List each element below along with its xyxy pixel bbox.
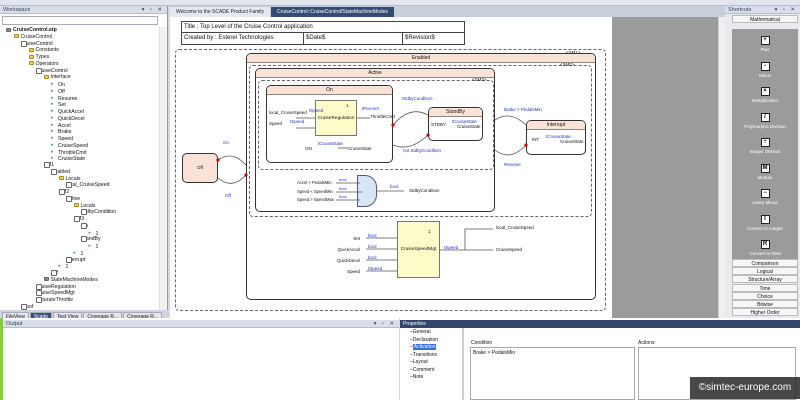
- properties-tree-item[interactable]: –Layout: [410, 359, 438, 367]
- shortcut-label: Multiplication: [751, 98, 778, 103]
- shortcut-group[interactable]: Comparison: [732, 259, 798, 267]
- properties-tree: –General –Declaration –Activation –Transiti…: [410, 329, 438, 382]
- properties-tree-label: Activation: [412, 344, 437, 350]
- shortcuts-panel: Shortcuts ▾ ▫ ✕ Mathematical + Plus - Minus ×…: [725, 6, 800, 318]
- output-title: Output: [6, 321, 23, 327]
- shortcut-plus[interactable]: + Plus: [732, 36, 798, 52]
- shortcut-label: Plus: [760, 47, 770, 52]
- shortcut-convert-to-integer[interactable]: I Convert to Integer: [732, 214, 798, 231]
- shortcut-unary-minus[interactable]: − Unary Minus: [732, 189, 798, 205]
- properties-tree-item[interactable]: –Note: [410, 374, 438, 382]
- shortcut-group[interactable]: Choice: [732, 291, 798, 300]
- shortcut-group[interactable]: Time: [732, 283, 798, 292]
- properties-tree-label: Comment: [412, 366, 435, 373]
- shortcut-convert-to-real[interactable]: R Convert to Real: [732, 240, 798, 256]
- shortcuts-title: Shortcuts: [728, 7, 752, 13]
- shortcut-label: Convert to Integer: [746, 225, 784, 231]
- shortcut-group[interactable]: Bitwise: [732, 300, 798, 308]
- shortcut-label: Convert to Real: [749, 251, 781, 256]
- panel-controls[interactable]: ▾ ▫ ✕: [374, 320, 396, 328]
- properties-tree-label: General: [412, 329, 431, 335]
- operator-icon: R: [760, 240, 770, 249]
- operator-icon: I: [760, 214, 770, 224]
- properties-tree-label: Transitions: [412, 351, 438, 358]
- watermark: ©simtec-europe.com: [690, 377, 800, 399]
- shortcut-group[interactable]: Structure/Array: [732, 275, 798, 284]
- properties-tree-label: Layout: [412, 359, 428, 365]
- shortcut-items: + Plus - Minus × Multiplication / Polymorphic D…: [732, 29, 798, 260]
- operator-icon: −: [760, 189, 770, 198]
- shortcut-group[interactable]: Logical: [732, 267, 798, 276]
- actions-label: Actions:: [638, 340, 656, 346]
- properties-tree-item[interactable]: –Activation: [410, 344, 438, 352]
- shortcut-minus[interactable]: - Minus: [732, 61, 798, 78]
- operator-icon: M: [760, 163, 770, 173]
- properties-tree-item[interactable]: –Declaration: [410, 337, 438, 345]
- divider: [462, 328, 464, 400]
- operator-icon: ÷: [760, 138, 770, 147]
- operator-icon: +: [760, 36, 770, 45]
- shortcut-integer-division[interactable]: ÷ Integer Division: [732, 138, 798, 154]
- panel-controls[interactable]: ▾ ▫ ✕: [775, 6, 797, 14]
- properties-tree-item[interactable]: –Transitions: [410, 352, 438, 360]
- shortcut-label: Unary Minus: [752, 200, 778, 205]
- properties-tree-label: Declaration: [412, 336, 439, 343]
- shortcut-group-mathematical[interactable]: Mathematical: [732, 15, 798, 23]
- operator-icon: ×: [760, 87, 770, 96]
- shortcut-label: Minus: [758, 72, 771, 78]
- operator-icon: /: [760, 112, 770, 122]
- properties-title: Properties: [403, 321, 426, 327]
- operator-icon: -: [760, 61, 770, 71]
- shortcut-label: Integer Division: [749, 149, 781, 154]
- shortcut-modulo[interactable]: M Modulo: [732, 163, 798, 180]
- shortcut-group[interactable]: Higher Order: [732, 308, 798, 317]
- shortcut-polymorphic-division[interactable]: / Polymorphic Division: [732, 112, 798, 129]
- properties-tree-item[interactable]: –Comment: [410, 367, 438, 375]
- shortcut-label: Polymorphic Division: [744, 123, 786, 129]
- properties-tree-item[interactable]: –General: [410, 329, 438, 337]
- shortcut-label: Modulo: [757, 174, 773, 180]
- condition-label: Condition: [471, 340, 493, 346]
- properties-tree-label: Note: [412, 374, 424, 380]
- shortcut-multiplication[interactable]: × Multiplication: [732, 87, 798, 103]
- output-panel: Output ▾ ▫ ✕: [0, 318, 399, 400]
- condition-field[interactable]: Brake > PedalsMin: [470, 347, 635, 400]
